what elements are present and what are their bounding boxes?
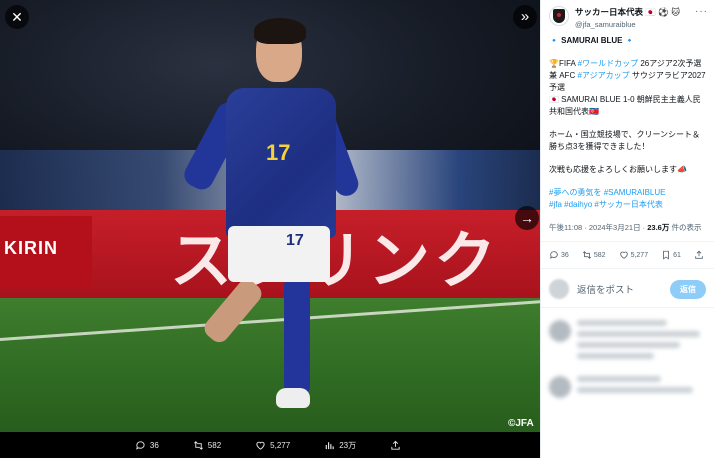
viewer-action-bar: 36 582 5,277 23万	[0, 432, 540, 458]
repost-icon	[582, 251, 591, 259]
tweet-header: サッカー日本代表 🇯🇵 ⚽ 🐱 @jfa_samuraiblue ···	[541, 0, 714, 29]
like-button[interactable]: 5,277	[619, 250, 649, 260]
tweet-view-suffix: 件の表示	[669, 223, 702, 232]
team-tag: 🔹 SAMURAI BLUE 🔹	[549, 36, 635, 45]
player-figure: 17 17	[180, 18, 362, 422]
hashtag-world-cup[interactable]: #ワールドカップ	[578, 59, 638, 68]
heart-icon	[256, 441, 265, 450]
tweet-panel: サッカー日本代表 🇯🇵 ⚽ 🐱 @jfa_samuraiblue ··· 🔹 S…	[540, 0, 714, 458]
bookmark-button[interactable]: 61	[661, 250, 681, 260]
expand-panel-button[interactable]: »	[513, 5, 537, 29]
media-viewer: KIRIN スプリンク 17 17 ©JFA ✕ » → 36 582 5,27…	[0, 0, 540, 458]
viewer-views-button[interactable]: 23万	[324, 440, 356, 451]
viewer-like-count: 5,277	[270, 440, 291, 450]
tweet-stats: 36 582 5,277 61	[541, 250, 714, 260]
viewer-views-count: 23万	[339, 440, 357, 450]
author-names: サッカー日本代表 🇯🇵 ⚽ 🐱 @jfa_samuraiblue	[575, 6, 695, 29]
reply-composer: 返信をポスト 返信	[541, 279, 714, 299]
share-icon	[391, 440, 400, 450]
viewer-reply-button[interactable]: 36	[135, 440, 159, 451]
tweet-photo: KIRIN スプリンク 17 17 ©JFA	[0, 0, 540, 432]
user-handle[interactable]: @jfa_samuraiblue	[575, 20, 695, 29]
reply-input[interactable]: 返信をポスト	[577, 282, 670, 296]
viewer-share-button[interactable]	[390, 440, 405, 451]
viewer-reply-count: 36	[149, 440, 159, 450]
avatar[interactable]	[549, 6, 569, 26]
display-name[interactable]: サッカー日本代表 🇯🇵 ⚽ 🐱	[575, 6, 695, 18]
repost-count: 582	[593, 251, 606, 259]
tweet-meta: 午後11:08 · 2024年3月21日 · 23.6万 件の表示	[541, 222, 714, 233]
reply-icon	[550, 251, 558, 259]
ad-board-left-text: KIRIN	[0, 216, 92, 288]
viewer-repost-count: 582	[207, 440, 222, 450]
match-result: 🇯🇵 SAMURAI BLUE 1-0 朝鮮民主主義人民共和国代表🇰🇵	[549, 95, 701, 116]
close-icon: ✕	[11, 9, 23, 25]
reply-count: 36	[561, 251, 569, 259]
hashtag-4[interactable]: #daihyo	[564, 200, 592, 209]
photo-credit: ©JFA	[508, 418, 534, 429]
player-boot	[276, 388, 310, 408]
hashtag-1[interactable]: #夢への勇気を	[549, 188, 601, 197]
divider	[541, 268, 714, 269]
reply-button[interactable]: 36	[549, 250, 569, 260]
divider	[541, 307, 714, 308]
next-image-button[interactable]: →	[515, 206, 539, 230]
hashtag-5[interactable]: #サッカー日本代表	[594, 200, 662, 209]
repost-icon	[193, 440, 203, 450]
close-button[interactable]: ✕	[5, 5, 29, 29]
views-chart-icon	[325, 441, 334, 449]
hashtag-3[interactable]: #jfa	[549, 200, 562, 209]
avatar	[549, 279, 569, 299]
avatar	[549, 376, 571, 398]
more-options-icon[interactable]: ···	[695, 6, 708, 17]
player-right-leg	[284, 276, 310, 396]
expand-right-icon: »	[520, 8, 530, 25]
viewer-repost-button[interactable]: 582	[193, 440, 221, 451]
jfa-crest-icon	[553, 9, 565, 23]
tweet-hashtags: #夢への勇気を #SAMURAIBLUE #jfa #daihyo #サッカー日…	[549, 187, 706, 211]
list-item[interactable]	[541, 376, 714, 398]
jersey-number: 17	[266, 140, 291, 165]
player-shorts	[228, 226, 330, 282]
tweet-paragraph-1: 🏆FIFA #ワールドカップ 26アジア2次予選 兼 AFC #アジアカップ サ…	[549, 58, 706, 118]
tweet-paragraph-3: 次戦も応援をよろしくお願いします📣	[549, 165, 687, 174]
tweet-paragraph-2: ホーム・国立競技場で、クリーンシート＆勝ち点3を獲得できました！	[549, 130, 701, 151]
tweet-view-count: 23.6万	[647, 223, 670, 232]
share-icon	[695, 250, 703, 259]
reply-submit-button[interactable]: 返信	[670, 279, 706, 299]
tweet-text: 🔹 SAMURAI BLUE 🔹 🏆FIFA #ワールドカップ 26アジア2次予…	[541, 29, 714, 211]
hashtag-asian-cup[interactable]: #アジアカップ	[577, 71, 629, 80]
reply-icon	[136, 440, 145, 450]
text-fifa: 🏆FIFA	[549, 59, 578, 68]
divider	[541, 241, 714, 242]
bookmark-count: 61	[673, 251, 681, 259]
viewer-like-button[interactable]: 5,277	[255, 440, 290, 451]
heart-icon	[619, 251, 628, 259]
tweet-timestamp[interactable]: 午後11:08 · 2024年3月21日 ·	[549, 223, 647, 232]
avatar	[549, 320, 571, 342]
player-left-leg	[200, 275, 266, 347]
bookmark-icon	[663, 250, 670, 260]
hashtag-2[interactable]: #SAMURAIBLUE	[604, 188, 666, 197]
player-hair	[254, 18, 306, 44]
share-button[interactable]	[694, 250, 706, 260]
list-item[interactable]	[541, 320, 714, 364]
repost-button[interactable]: 582	[582, 250, 606, 260]
arrow-right-icon: →	[520, 210, 534, 226]
shorts-number: 17	[286, 232, 304, 249]
like-count: 5,277	[630, 251, 649, 259]
